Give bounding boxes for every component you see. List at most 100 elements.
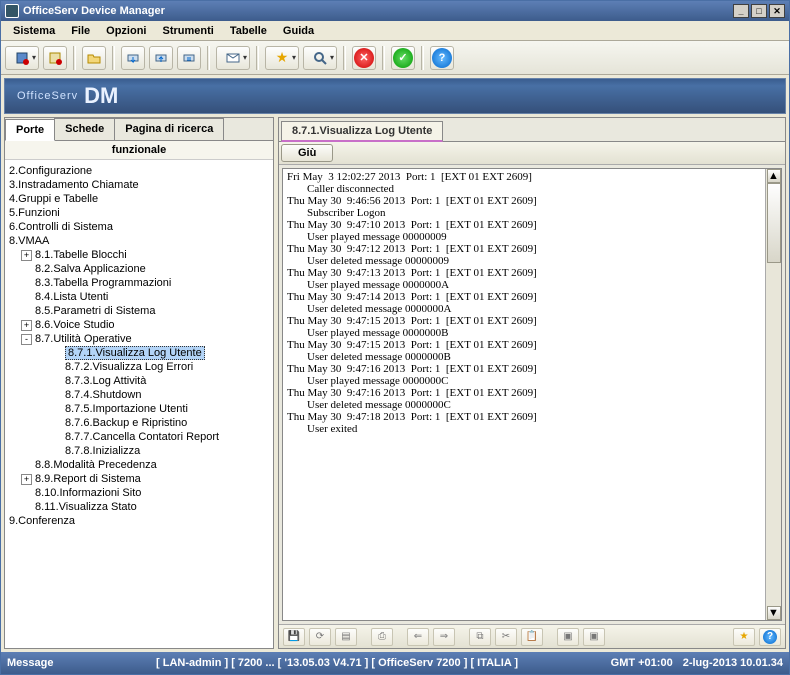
tab-schede[interactable]: Schede	[54, 118, 115, 140]
tree-node[interactable]: 3.Instradamento Chiamate	[7, 178, 271, 192]
tree-node-label[interactable]: 3.Instradamento Chiamate	[9, 179, 139, 191]
tree-node[interactable]: 8.8.Modalità Precedenza	[7, 458, 271, 472]
log-scrollbar[interactable]: ▲ ▼	[765, 169, 781, 620]
tree-node[interactable]: 8.11.Visualizza Stato	[7, 500, 271, 514]
nav-tree[interactable]: 2.Configurazione 3.Instradamento Chiamate…	[5, 160, 273, 648]
maximize-button[interactable]: □	[751, 4, 767, 18]
tree-node-label[interactable]: 8.7.4.Shutdown	[65, 389, 141, 401]
sync-button[interactable]	[177, 46, 201, 70]
cut-icon[interactable]: ✂	[495, 628, 517, 646]
scroll-down-icon[interactable]: ▼	[767, 606, 781, 620]
tree-node-label[interactable]: 8.7.7.Cancella Contatori Report	[65, 431, 219, 443]
tree-node-label[interactable]: 8.2.Salva Applicazione	[35, 263, 146, 275]
tree-node[interactable]: 8.7.8.Inizializza	[7, 444, 271, 458]
tab-porte[interactable]: Porte	[5, 119, 55, 141]
expand-icon[interactable]: +	[21, 250, 32, 261]
tree-node-label[interactable]: 8.7.6.Backup e Ripristino	[65, 417, 187, 429]
tree-node-label[interactable]: 8.7.1.Visualizza Log Utente	[65, 346, 205, 360]
scroll-up-icon[interactable]: ▲	[767, 169, 781, 183]
tree-node[interactable]: 2.Configurazione	[7, 164, 271, 178]
tree-node[interactable]: 8.5.Parametri di Sistema	[7, 304, 271, 318]
expand-icon[interactable]: +	[21, 320, 32, 331]
print-icon[interactable]: ⎙	[371, 628, 393, 646]
cancel-button[interactable]: ✕	[352, 46, 376, 70]
save-icon[interactable]: 💾	[283, 628, 305, 646]
tree-node-label[interactable]: 9.Conferenza	[9, 515, 75, 527]
tree-node[interactable]: 8.7.1.Visualizza Log Utente	[7, 346, 271, 360]
tree-node[interactable]: 5.Funzioni	[7, 206, 271, 220]
download-button[interactable]	[121, 46, 145, 70]
tree-node-label[interactable]: 8.7.8.Inizializza	[65, 445, 140, 457]
tree-node-label[interactable]: 8.4.Lista Utenti	[35, 291, 108, 303]
open-file-button[interactable]	[82, 46, 106, 70]
tab-log-utente[interactable]: 8.7.1.Visualizza Log Utente	[281, 121, 443, 142]
tree-node[interactable]: 8.VMAA	[7, 234, 271, 248]
upload-button[interactable]	[149, 46, 173, 70]
refresh-icon[interactable]: ⟳	[309, 628, 331, 646]
copy-icon[interactable]: ⧉	[469, 628, 491, 646]
tree-node[interactable]: +8.9.Report di Sistema	[7, 472, 271, 486]
tree-node-label[interactable]: 8.8.Modalità Precedenza	[35, 459, 157, 471]
tree-node[interactable]: 8.7.2.Visualizza Log Errori	[7, 360, 271, 374]
minimize-button[interactable]: _	[733, 4, 749, 18]
tree-node[interactable]: 8.7.7.Cancella Contatori Report	[7, 430, 271, 444]
tree-node[interactable]: -8.7.Utilità Operative	[7, 332, 271, 346]
doc-left-icon[interactable]: ▣	[557, 628, 579, 646]
connect-button[interactable]	[5, 46, 39, 70]
menu-tabelle[interactable]: Tabelle	[222, 23, 275, 39]
menu-file[interactable]: File	[63, 23, 98, 39]
help-icon[interactable]: ?	[759, 628, 781, 646]
mail-button[interactable]	[216, 46, 250, 70]
search-button[interactable]	[303, 46, 337, 70]
tree-node[interactable]: 8.2.Salva Applicazione	[7, 262, 271, 276]
menu-strumenti[interactable]: Strumenti	[154, 23, 221, 39]
page-icon[interactable]: ▤	[335, 628, 357, 646]
menu-guida[interactable]: Guida	[275, 23, 322, 39]
log-view[interactable]: Fri May 3 12:02:27 2013 Port: 1 [EXT 01 …	[283, 169, 765, 620]
paste-icon[interactable]: 📋	[521, 628, 543, 646]
tree-node[interactable]: +8.6.Voice Studio	[7, 318, 271, 332]
tree-node[interactable]: 8.7.4.Shutdown	[7, 388, 271, 402]
tree-node[interactable]: 8.7.3.Log Attività	[7, 374, 271, 388]
tree-node-label[interactable]: 8.6.Voice Studio	[35, 319, 115, 331]
tree-node-label[interactable]: 8.1.Tabelle Blocchi	[35, 249, 127, 261]
tree-node[interactable]: 4.Gruppi e Tabelle	[7, 192, 271, 206]
tree-node-label[interactable]: 5.Funzioni	[9, 207, 60, 219]
tab-ricerca[interactable]: Pagina di ricerca	[114, 118, 224, 140]
tree-node-label[interactable]: 8.7.2.Visualizza Log Errori	[65, 361, 193, 373]
menu-opzioni[interactable]: Opzioni	[98, 23, 154, 39]
doc-right-icon[interactable]: ▣	[583, 628, 605, 646]
tree-node-label[interactable]: 6.Controlli di Sistema	[9, 221, 113, 233]
tree-node-label[interactable]: 8.10.Informazioni Sito	[35, 487, 141, 499]
tree-node-label[interactable]: 2.Configurazione	[9, 165, 92, 177]
tree-node[interactable]: 8.10.Informazioni Sito	[7, 486, 271, 500]
help-button[interactable]: ?	[430, 46, 454, 70]
tree-node[interactable]: 8.7.5.Importazione Utenti	[7, 402, 271, 416]
tree-node[interactable]: 8.4.Lista Utenti	[7, 290, 271, 304]
ok-button[interactable]: ✓	[391, 46, 415, 70]
tree-node[interactable]: +8.1.Tabelle Blocchi	[7, 248, 271, 262]
disconnect-button[interactable]	[43, 46, 67, 70]
scroll-down-button[interactable]: Giù	[281, 144, 333, 162]
favorites-button[interactable]: ★	[265, 46, 299, 70]
tree-node-label[interactable]: 8.11.Visualizza Stato	[35, 501, 137, 513]
tree-node[interactable]: 8.3.Tabella Programmazioni	[7, 276, 271, 290]
tree-node-label[interactable]: 8.7.Utilità Operative	[35, 333, 132, 345]
expand-icon[interactable]: +	[21, 474, 32, 485]
star-icon[interactable]: ★	[733, 628, 755, 646]
forward-icon[interactable]: ⇒	[433, 628, 455, 646]
collapse-icon[interactable]: -	[21, 334, 32, 345]
tree-node-label[interactable]: 8.5.Parametri di Sistema	[35, 305, 155, 317]
close-button[interactable]: ✕	[769, 4, 785, 18]
back-icon[interactable]: ⇐	[407, 628, 429, 646]
tree-node[interactable]: 9.Conferenza	[7, 514, 271, 528]
menu-sistema[interactable]: Sistema	[5, 23, 63, 39]
tree-node-label[interactable]: 8.9.Report di Sistema	[35, 473, 141, 485]
tree-node[interactable]: 8.7.6.Backup e Ripristino	[7, 416, 271, 430]
tree-node-label[interactable]: 4.Gruppi e Tabelle	[9, 193, 98, 205]
scroll-thumb[interactable]	[767, 183, 781, 263]
tree-node-label[interactable]: 8.7.3.Log Attività	[65, 375, 146, 387]
tree-node-label[interactable]: 8.3.Tabella Programmazioni	[35, 277, 171, 289]
tree-node-label[interactable]: 8.7.5.Importazione Utenti	[65, 403, 188, 415]
tree-node[interactable]: 6.Controlli di Sistema	[7, 220, 271, 234]
